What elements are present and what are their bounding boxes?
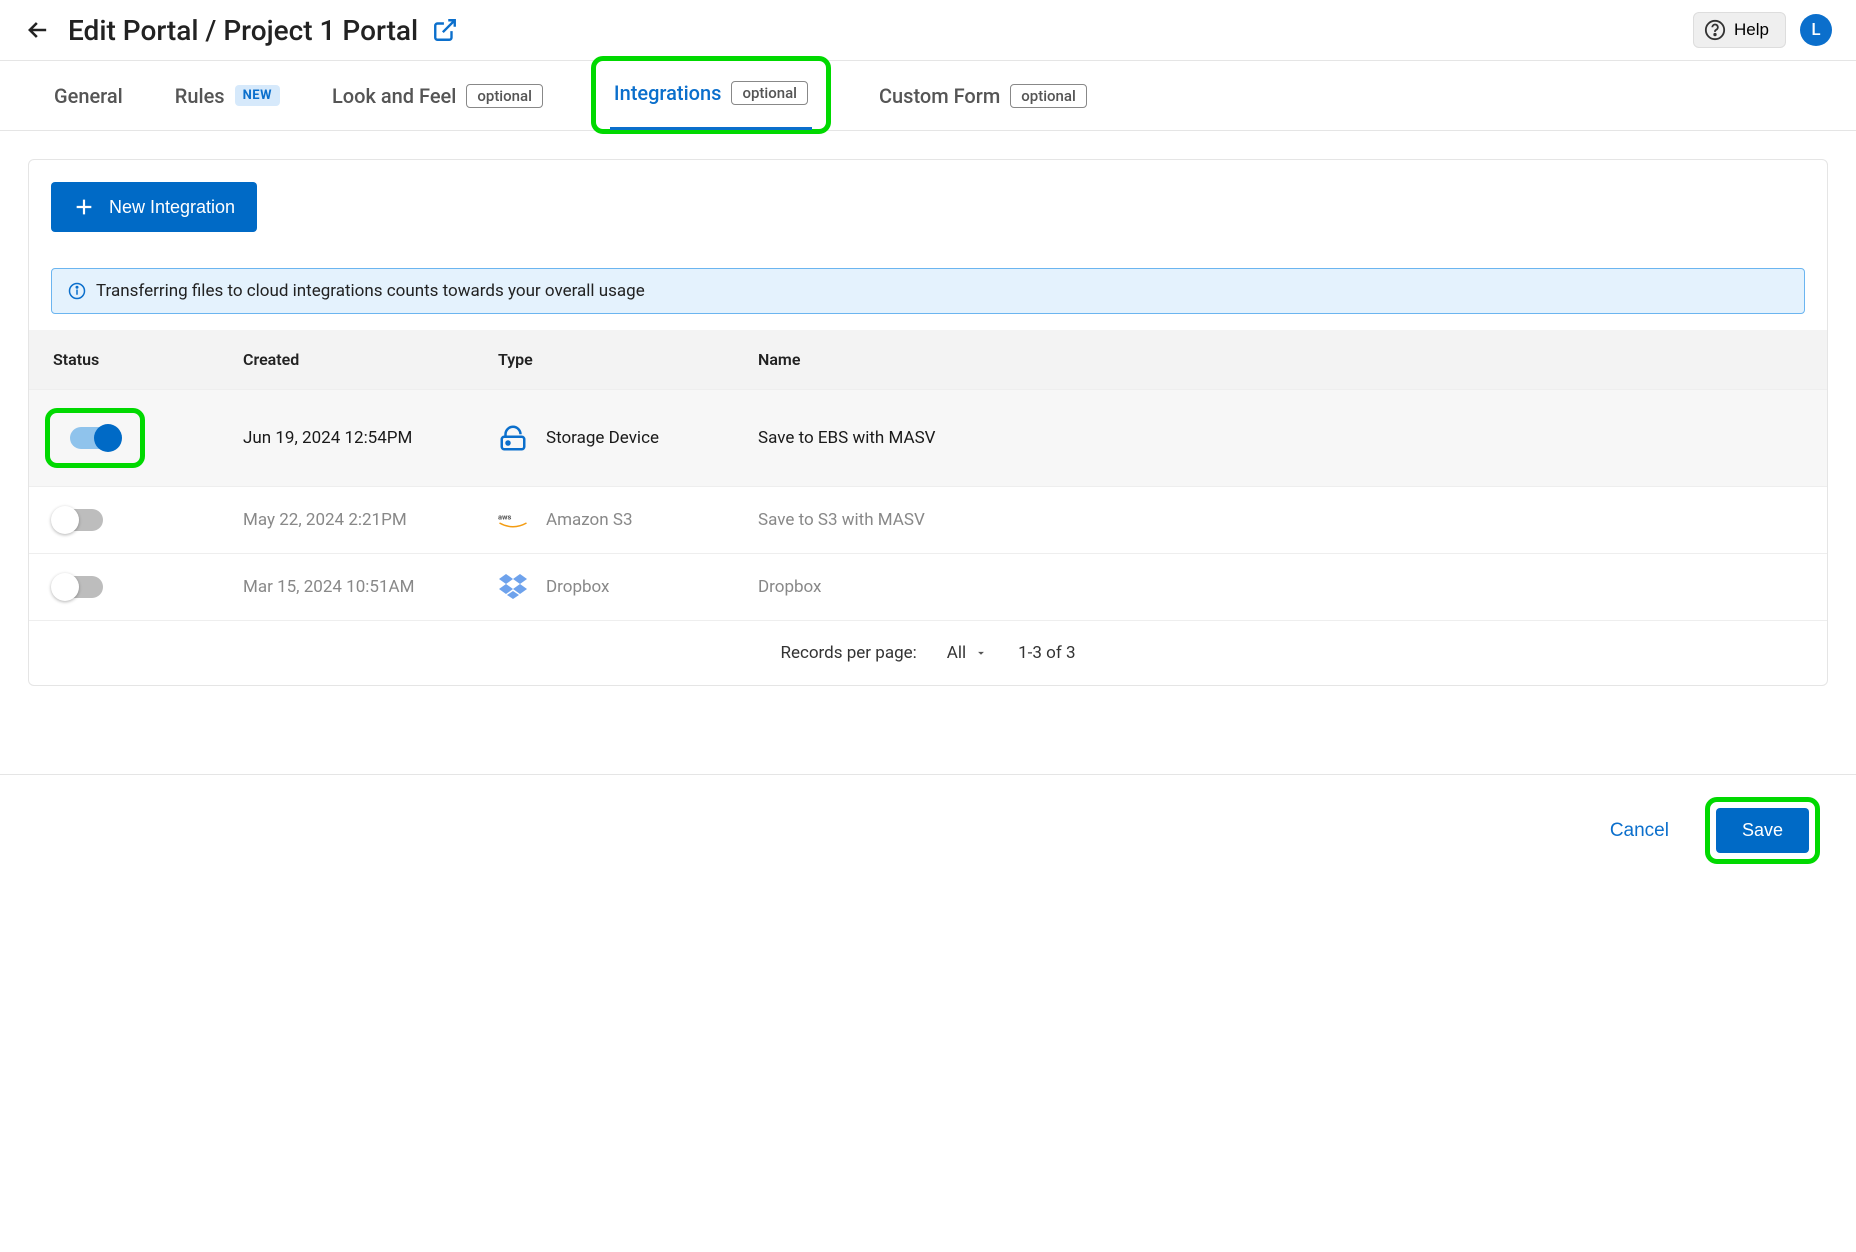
content: New Integration Transferring files to cl… bbox=[0, 131, 1856, 714]
new-integration-button[interactable]: New Integration bbox=[51, 182, 257, 232]
tab-label: Custom Form bbox=[879, 84, 1000, 108]
col-created: Created bbox=[243, 350, 498, 369]
svg-text:aws: aws bbox=[498, 512, 512, 521]
cancel-label: Cancel bbox=[1610, 820, 1669, 841]
status-cell bbox=[53, 576, 243, 598]
status-toggle[interactable] bbox=[53, 509, 103, 531]
tab-bar: General Rules NEW Look and Feel optional… bbox=[0, 61, 1856, 131]
table-row[interactable]: Mar 15, 2024 10:51AM Dropbox Dropbox bbox=[29, 553, 1827, 620]
tab-label: Look and Feel bbox=[332, 84, 456, 108]
tab-integrations[interactable]: Integrations optional bbox=[610, 60, 812, 130]
header: Edit Portal / Project 1 Portal Help L bbox=[0, 0, 1856, 61]
tab-label: Integrations bbox=[614, 81, 722, 105]
dropbox-icon bbox=[498, 572, 528, 602]
col-status: Status bbox=[53, 350, 243, 369]
tab-label: Rules bbox=[175, 84, 225, 108]
tab-look-and-feel[interactable]: Look and Feel optional bbox=[328, 61, 547, 131]
created-cell: Mar 15, 2024 10:51AM bbox=[243, 577, 498, 597]
col-name: Name bbox=[758, 350, 1803, 369]
status-toggle[interactable] bbox=[53, 576, 103, 598]
records-value: All bbox=[947, 643, 966, 663]
new-integration-label: New Integration bbox=[109, 197, 235, 218]
table-row[interactable]: May 22, 2024 2:21PM aws Amazon S3 Save t… bbox=[29, 486, 1827, 553]
optional-badge: optional bbox=[731, 81, 808, 105]
tab-custom-form[interactable]: Custom Form optional bbox=[875, 61, 1091, 131]
type-cell: Dropbox bbox=[498, 572, 758, 602]
name-cell: Save to S3 with MASV bbox=[758, 510, 1803, 530]
type-label: Amazon S3 bbox=[546, 510, 633, 530]
header-left: Edit Portal / Project 1 Portal bbox=[24, 14, 458, 47]
pagination: Records per page: All 1-3 of 3 bbox=[29, 620, 1827, 685]
created-cell: May 22, 2024 2:21PM bbox=[243, 510, 498, 530]
created-cell: Jun 19, 2024 12:54PM bbox=[243, 428, 498, 448]
info-banner: Transferring files to cloud integrations… bbox=[51, 268, 1805, 314]
help-label: Help bbox=[1734, 20, 1769, 40]
back-button[interactable] bbox=[24, 16, 52, 44]
integrations-panel: New Integration Transferring files to cl… bbox=[28, 159, 1828, 686]
cancel-button[interactable]: Cancel bbox=[1610, 820, 1669, 842]
chevron-down-icon bbox=[974, 646, 988, 660]
type-label: Storage Device bbox=[546, 428, 659, 448]
highlight-integrations-tab: Integrations optional bbox=[591, 56, 831, 134]
col-type: Type bbox=[498, 350, 758, 369]
storage-device-icon bbox=[498, 423, 528, 453]
type-cell: aws Amazon S3 bbox=[498, 505, 758, 535]
optional-badge: optional bbox=[1010, 84, 1087, 108]
new-badge: NEW bbox=[235, 85, 280, 106]
avatar-letter: L bbox=[1811, 20, 1820, 40]
type-label: Dropbox bbox=[546, 577, 610, 597]
pagination-range: 1-3 of 3 bbox=[1018, 643, 1075, 663]
status-toggle[interactable] bbox=[70, 427, 120, 449]
highlight-toggle bbox=[45, 408, 145, 468]
table-row[interactable]: Jun 19, 2024 12:54PM Storage Device Save… bbox=[29, 389, 1827, 486]
help-button[interactable]: Help bbox=[1693, 12, 1786, 48]
external-link-icon[interactable] bbox=[432, 17, 458, 43]
aws-icon: aws bbox=[498, 505, 528, 535]
panel-top: New Integration bbox=[29, 160, 1827, 254]
table-header: Status Created Type Name bbox=[29, 330, 1827, 389]
name-cell: Save to EBS with MASV bbox=[758, 428, 1803, 448]
save-label: Save bbox=[1742, 820, 1783, 840]
tab-general[interactable]: General bbox=[50, 61, 127, 131]
records-per-page-select[interactable]: All bbox=[947, 643, 988, 663]
header-right: Help L bbox=[1693, 12, 1832, 48]
tab-label: General bbox=[54, 84, 123, 108]
info-icon bbox=[68, 282, 86, 300]
type-cell: Storage Device bbox=[498, 423, 758, 453]
save-button[interactable]: Save bbox=[1716, 808, 1809, 853]
title-text: Edit Portal / Project 1 Portal bbox=[68, 14, 418, 47]
avatar[interactable]: L bbox=[1800, 14, 1832, 46]
page-title: Edit Portal / Project 1 Portal bbox=[68, 14, 458, 47]
status-cell bbox=[53, 509, 243, 531]
tab-rules[interactable]: Rules NEW bbox=[171, 61, 284, 131]
name-cell: Dropbox bbox=[758, 577, 1803, 597]
optional-badge: optional bbox=[466, 84, 543, 108]
status-cell bbox=[53, 408, 243, 468]
highlight-save-button: Save bbox=[1705, 797, 1820, 864]
records-per-page-label: Records per page: bbox=[780, 643, 916, 663]
info-banner-text: Transferring files to cloud integrations… bbox=[96, 281, 645, 301]
footer: Cancel Save bbox=[0, 774, 1856, 886]
